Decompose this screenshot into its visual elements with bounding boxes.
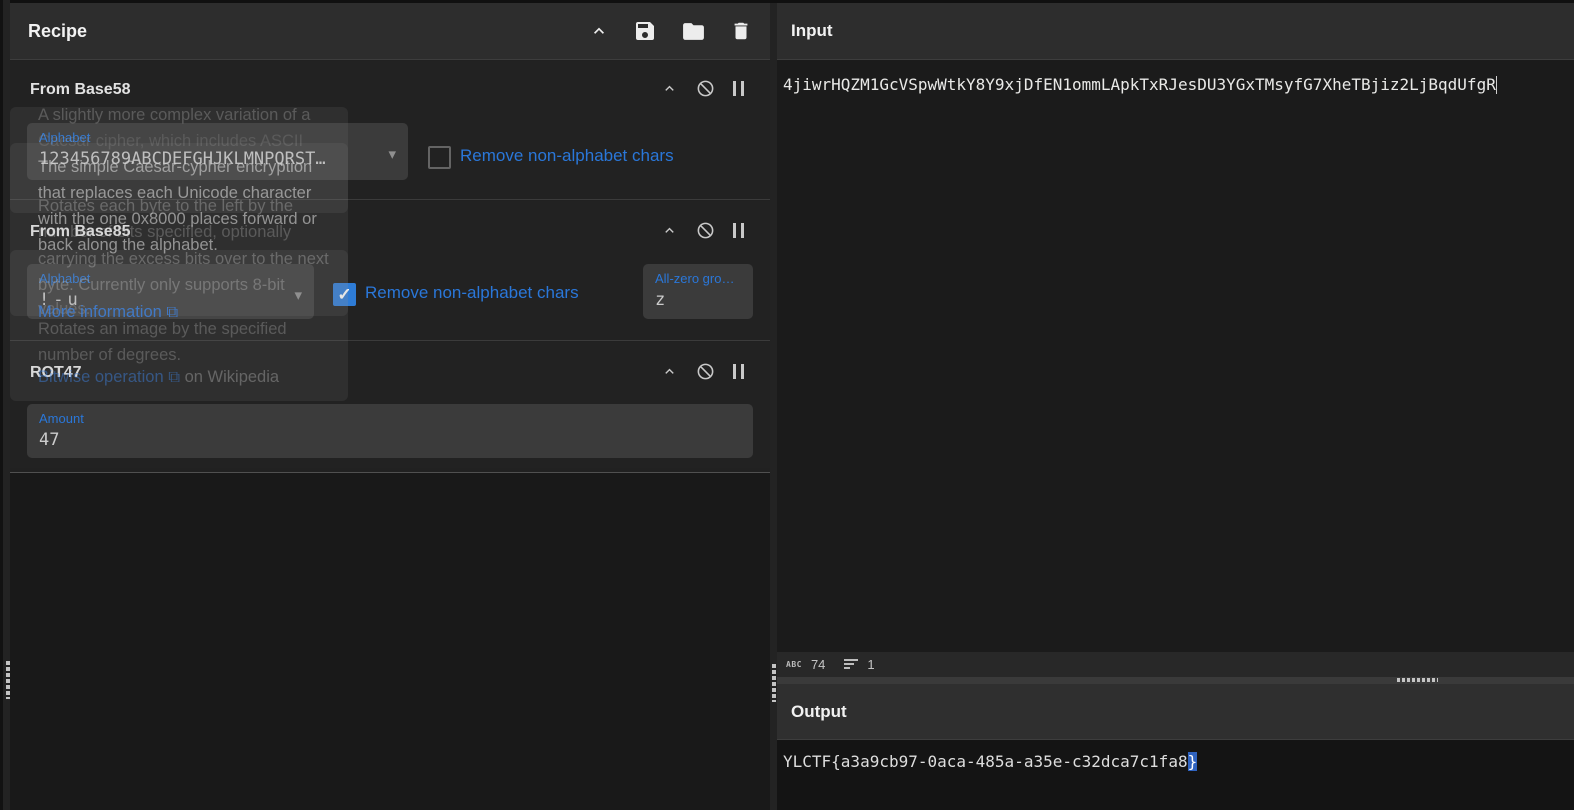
chevron-up-icon [661, 363, 678, 380]
folder-icon [681, 19, 706, 44]
operation-title: From Base85 [30, 223, 131, 241]
chevron-up-icon [589, 21, 609, 41]
input-header: Input [777, 3, 1574, 60]
output-text: YLCTF{a3a9cb97-0aca-485a-a35e-c32dca7c1f… [783, 752, 1188, 771]
argument-value: !-u [39, 290, 82, 310]
operation-title: ROT47 [30, 364, 82, 382]
input-status-bar: ABC 74 1 [777, 652, 1574, 677]
operation-controls [661, 79, 744, 98]
output-header: Output [777, 684, 1574, 740]
char-count-icon: ABC [786, 660, 802, 669]
io-panel: Input 4jiwrHQZM1GcVSpwWtkY8Y9xjDfEN1ommL… [777, 3, 1574, 810]
remove-non-alphabet-checkbox[interactable]: ✓ [333, 283, 356, 306]
amount-field[interactable]: Amount 47 [27, 404, 753, 458]
cyberchef-app: Recipe [0, 0, 1574, 810]
dropdown-caret-icon: ▾ [388, 145, 396, 163]
recipe-operation-from-base85[interactable]: From Base85 Alphabet !-u [10, 201, 770, 341]
operation-title: From Base58 [30, 81, 131, 99]
disable-operation-button[interactable] [696, 79, 715, 98]
recipe-header: Recipe [10, 3, 770, 60]
collapse-operation-button[interactable] [661, 363, 678, 380]
disable-icon [696, 221, 715, 240]
input-textarea[interactable]: 4jiwrHQZM1GcVSpwWtkY8Y9xjDfEN1ommLApkTxR… [777, 61, 1574, 652]
recipe-io-splitter[interactable] [770, 3, 777, 810]
argument-label: Alphabet [39, 271, 90, 286]
load-recipe-button[interactable] [681, 19, 706, 44]
recipe-panel: Recipe [10, 3, 770, 810]
operation-controls [661, 221, 744, 240]
disable-operation-button[interactable] [696, 221, 715, 240]
breakpoint-operation-button[interactable] [733, 223, 744, 238]
trash-icon [730, 20, 752, 42]
clear-recipe-button[interactable] [730, 20, 752, 42]
input-output-splitter-handle[interactable] [1397, 678, 1438, 682]
output-title: Output [791, 702, 847, 722]
breakpoint-operation-button[interactable] [733, 81, 744, 96]
output-textarea[interactable]: YLCTF{a3a9cb97-0aca-485a-a35e-c32dca7c1f… [777, 740, 1574, 810]
input-output-splitter[interactable] [777, 677, 1574, 684]
alphabet-select[interactable]: Alphabet 123456789ABCDEFGHJKLMNPQRST… ▾ [27, 123, 408, 180]
collapse-recipe-button[interactable] [589, 21, 609, 41]
save-recipe-button[interactable] [633, 19, 657, 43]
operations-panel-edge [0, 0, 10, 810]
argument-value: 123456789ABCDEFGHJKLMNPQRST… [39, 149, 384, 169]
recipe-controls [589, 19, 752, 44]
line-count-icon [844, 659, 858, 671]
all-zero-group-field[interactable]: All-zero gro… z [643, 264, 753, 319]
argument-label: All-zero gro… [655, 271, 745, 286]
pause-icon [733, 81, 744, 96]
disable-icon [696, 362, 715, 381]
dropdown-caret-icon: ▾ [294, 286, 302, 304]
operation-controls [661, 362, 744, 381]
disable-operation-button[interactable] [696, 362, 715, 381]
checkmark-icon: ✓ [337, 285, 351, 305]
save-icon [633, 19, 657, 43]
recipe-operation-rot47[interactable]: ROT47 Amount 47 [10, 342, 770, 468]
pause-icon [733, 223, 744, 238]
argument-value: 47 [39, 430, 59, 450]
recipe-empty-area [10, 472, 770, 810]
recipe-io-splitter-handle[interactable] [772, 664, 776, 702]
recipe-title: Recipe [28, 21, 87, 42]
output-selected-text: } [1188, 752, 1198, 771]
checkbox-label[interactable]: Remove non-alphabet chars [460, 146, 674, 166]
argument-label: Alphabet [39, 130, 90, 145]
pause-icon [733, 364, 744, 379]
input-title: Input [791, 21, 833, 41]
line-count-value: 1 [867, 657, 874, 672]
alphabet-select[interactable]: Alphabet !-u ▾ [27, 264, 314, 319]
disable-icon [696, 79, 715, 98]
checkbox-label[interactable]: Remove non-alphabet chars [365, 283, 579, 303]
remove-non-alphabet-checkbox[interactable] [428, 146, 451, 169]
chevron-up-icon [661, 80, 678, 97]
recipe-operation-from-base58[interactable]: From Base58 Alphabet 1234567 [10, 61, 770, 200]
argument-value: z [655, 290, 665, 310]
input-text: 4jiwrHQZM1GcVSpwWtkY8Y9xjDfEN1ommLApkTxR… [783, 75, 1496, 94]
chevron-up-icon [661, 222, 678, 239]
argument-label: Amount [39, 411, 84, 426]
breakpoint-operation-button[interactable] [733, 364, 744, 379]
collapse-operation-button[interactable] [661, 222, 678, 239]
text-cursor [1496, 76, 1497, 94]
char-count-value: 74 [811, 657, 825, 672]
collapse-operation-button[interactable] [661, 80, 678, 97]
